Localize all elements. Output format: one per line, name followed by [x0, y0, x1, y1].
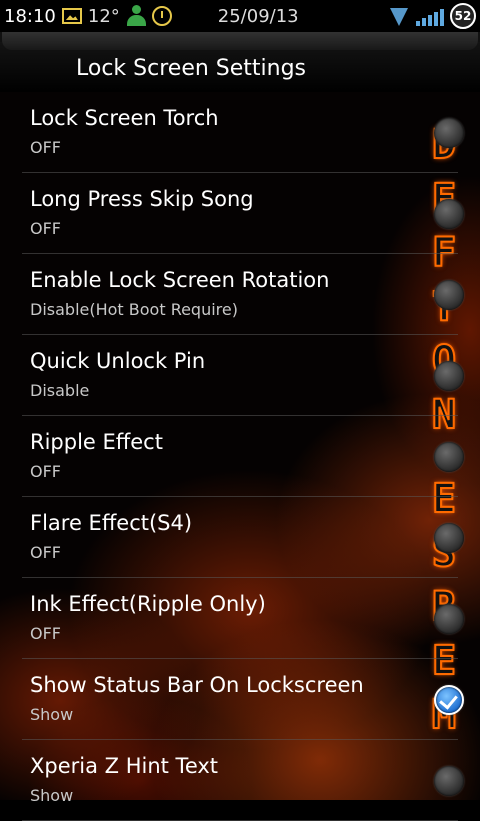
status-bar: 18:10 12° 25/09/13 52 [0, 0, 480, 32]
checkbox-unchecked-icon[interactable] [434, 604, 464, 634]
setting-row[interactable]: Ripple Effect OFF [22, 416, 464, 497]
setting-row[interactable]: Show Status Bar On Lockscreen Show [22, 659, 464, 740]
signal-icon [416, 6, 446, 26]
setting-summary: OFF [30, 624, 61, 643]
setting-summary: OFF [30, 138, 61, 157]
image-icon [61, 8, 82, 24]
checkbox-unchecked-icon[interactable] [434, 523, 464, 553]
checkbox-unchecked-icon[interactable] [434, 118, 464, 148]
person-icon [126, 5, 146, 27]
status-temperature: 12° [87, 5, 120, 27]
checkbox-unchecked-icon[interactable] [434, 766, 464, 796]
setting-label: Quick Unlock Pin [30, 349, 206, 373]
checkbox-checked-icon[interactable] [434, 685, 464, 715]
setting-row[interactable]: Ink Effect(Ripple Only) OFF [22, 578, 464, 659]
setting-row[interactable]: Long Press Skip Song OFF [22, 173, 464, 254]
setting-label: Enable Lock Screen Rotation [30, 268, 330, 292]
wifi-icon [388, 6, 410, 26]
setting-label: Long Press Skip Song [30, 187, 254, 211]
checkbox-unchecked-icon[interactable] [434, 280, 464, 310]
setting-label: Flare Effect(S4) [30, 511, 193, 535]
setting-label: Show Status Bar On Lockscreen [30, 673, 364, 697]
setting-summary: Show [30, 705, 74, 724]
checkbox-unchecked-icon[interactable] [434, 199, 464, 229]
setting-row[interactable]: Enable Lock Screen Rotation Disable(Hot B… [22, 254, 464, 335]
setting-row[interactable]: Quick Unlock Pin Disable [22, 335, 464, 416]
title-bar: Lock Screen Settings [0, 32, 480, 92]
setting-summary: Disable(Hot Boot Require) [30, 300, 238, 319]
status-date: 25/09/13 [217, 5, 299, 27]
setting-label: Lock Screen Torch [30, 106, 219, 130]
page-title: Lock Screen Settings [76, 56, 307, 81]
settings-list: Lock Screen Torch OFF Long Press Skip Song… [0, 92, 480, 821]
setting-summary: OFF [30, 219, 61, 238]
battery-icon: 52 [450, 3, 476, 29]
alarm-icon [151, 6, 172, 26]
setting-label: Ripple Effect [30, 430, 163, 454]
setting-summary: OFF [30, 543, 61, 562]
setting-label: Ink Effect(Ripple Only) [30, 592, 266, 616]
status-time: 18:10 [4, 5, 56, 27]
setting-row[interactable]: Flare Effect(S4) OFF [22, 497, 464, 578]
setting-summary: Show [30, 786, 74, 805]
setting-summary: Disable [30, 381, 90, 400]
setting-summary: OFF [30, 462, 61, 481]
setting-row[interactable]: Xperia Z Hint Text Show [22, 740, 464, 821]
checkbox-unchecked-icon[interactable] [434, 361, 464, 391]
setting-row[interactable]: Lock Screen Torch OFF [22, 92, 464, 173]
checkbox-unchecked-icon[interactable] [434, 442, 464, 472]
setting-label: Xperia Z Hint Text [30, 754, 219, 778]
